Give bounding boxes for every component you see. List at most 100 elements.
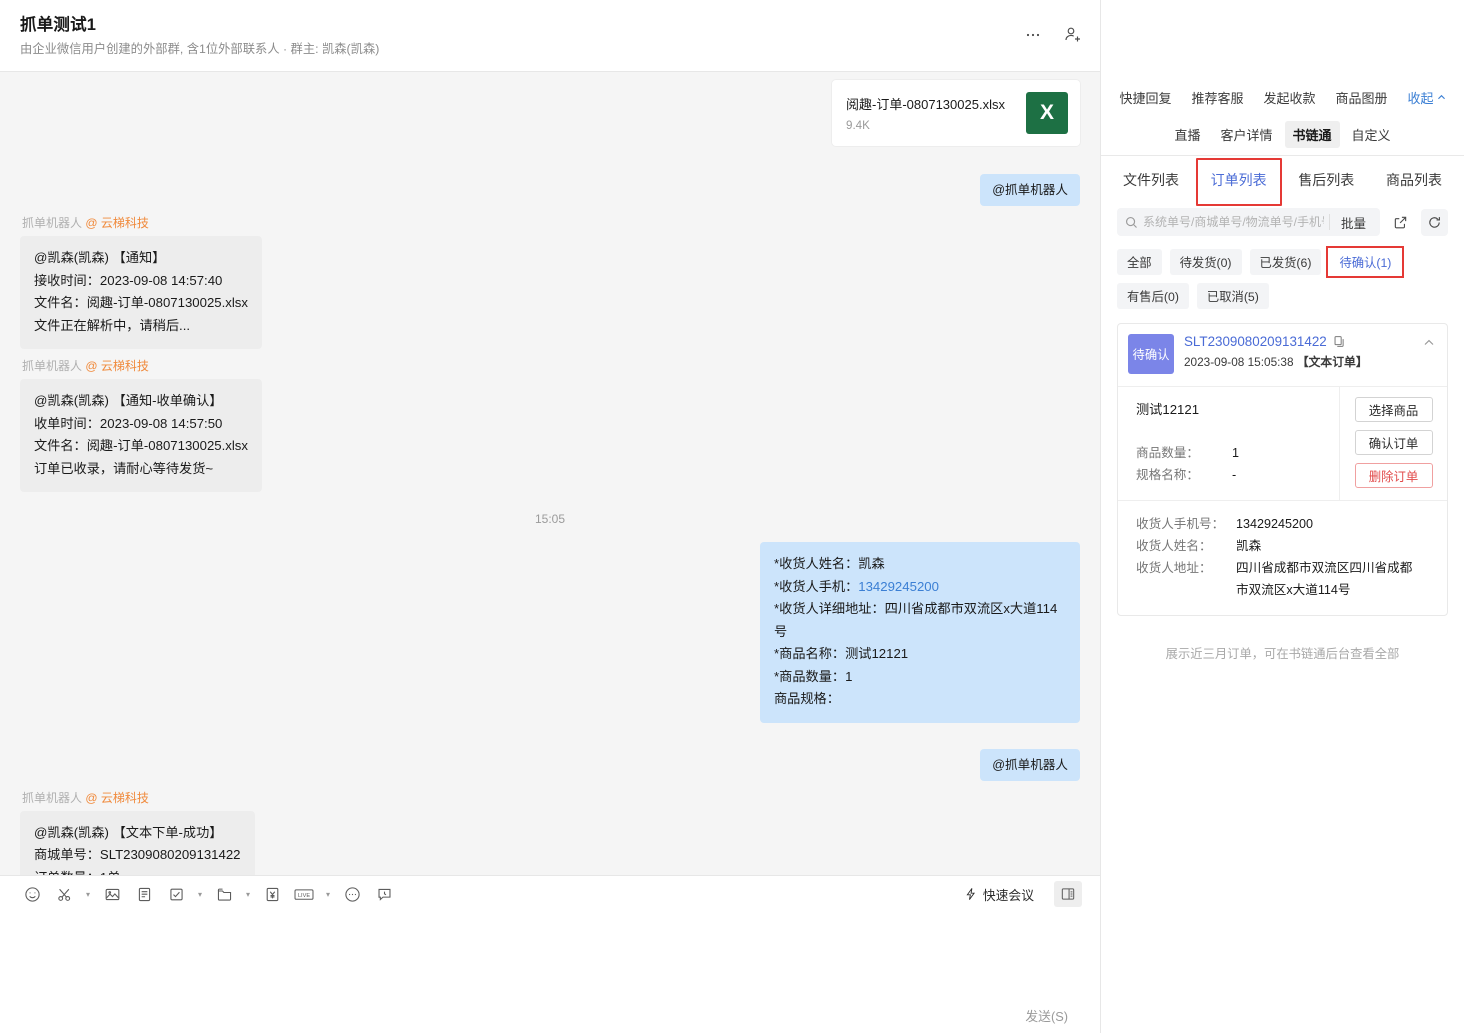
order-actions: 选择商品 确认订单 删除订单 xyxy=(1339,387,1447,500)
search-box[interactable]: 批量 xyxy=(1117,208,1380,236)
composer-toolbar: ▾ ▾ ▾ LIVE ▾ 快速会议 xyxy=(0,876,1100,912)
notice2-line-3: 文件名：阅趣-订单-0807130025.xlsx xyxy=(34,438,248,453)
message-bubble-notice-1[interactable]: @凯森(凯森) 【通知】 接收时间：2023-09-08 14:57:40 文件… xyxy=(20,236,262,349)
copy-icon[interactable] xyxy=(1333,335,1346,348)
chip-aftersale[interactable]: 有售后(0) xyxy=(1117,283,1189,309)
chip-pending-shipment[interactable]: 待发货(0) xyxy=(1169,249,1242,275)
order-qty-row: 商品数量： 1 xyxy=(1136,442,1325,464)
emoji-icon[interactable] xyxy=(18,881,46,907)
side-tab-recommend-service[interactable]: 推荐客服 xyxy=(1183,84,1251,111)
scissors-dropdown-caret[interactable]: ▾ xyxy=(82,881,94,907)
history-icon[interactable] xyxy=(370,881,398,907)
search-divider xyxy=(1328,214,1330,230)
phone-link[interactable]: 13429245200 xyxy=(858,579,939,594)
chip-cancelled[interactable]: 已取消(5) xyxy=(1196,283,1269,309)
side-tab-shulian[interactable]: 书链通 xyxy=(1284,120,1340,148)
recipient-name-row: 收货人姓名： 凯森 xyxy=(1136,535,1433,557)
list-tabs: 文件列表 订单列表 售后列表 商品列表 xyxy=(1101,156,1464,206)
order-number[interactable]: SLT2309080209131422 xyxy=(1184,334,1327,349)
add-member-icon[interactable] xyxy=(1060,22,1086,48)
order-form-product: *商品名称：测试12121 xyxy=(774,646,909,661)
side-tab-collect-payment[interactable]: 发起收款 xyxy=(1255,84,1323,111)
svg-text:LIVE: LIVE xyxy=(298,893,310,899)
image-icon[interactable] xyxy=(98,881,126,907)
file-name: 阅趣-订单-0807130025.xlsx xyxy=(846,97,1005,112)
checklist-icon[interactable] xyxy=(162,881,190,907)
recipient-name-value: 凯森 xyxy=(1236,539,1262,553)
red-packet-icon[interactable] xyxy=(258,881,286,907)
message-timestamp: 15:05 xyxy=(534,512,566,526)
search-icon xyxy=(1125,216,1137,228)
message-bubble-order-form[interactable]: *收货人姓名：凯森 *收货人手机：13429245200 *收货人详细地址：四川… xyxy=(760,542,1080,723)
order-form-spec: 商品规格： xyxy=(774,691,840,706)
search-input[interactable] xyxy=(1143,215,1324,229)
file-attachment-card[interactable]: 阅趣-订单-0807130025.xlsx 9.4K X xyxy=(832,80,1080,146)
message-row-bot-3: @凯森(凯森) 【文本下单-成功】 商城单号：SLT23090802091314… xyxy=(20,810,1080,875)
side-tab-quick-reply[interactable]: 快捷回复 xyxy=(1111,84,1179,111)
order-form-address: *收货人详细地址：四川省成都市双流区x大道114号 xyxy=(774,601,1058,639)
scissors-icon[interactable] xyxy=(50,881,78,907)
message-bubble-mention[interactable]: @抓单机器人 xyxy=(980,748,1080,781)
live-icon[interactable]: LIVE xyxy=(290,881,318,907)
right-side-panel: 快捷回复 推荐客服 发起收款 商品图册 收起 直播 客户详情 书链通 自定义 文… xyxy=(1101,0,1464,1033)
side-tab-live[interactable]: 直播 xyxy=(1166,121,1208,148)
tab-order-list[interactable]: 订单列表 xyxy=(1195,158,1282,206)
file-size: 9.4K xyxy=(846,119,870,132)
order-header-text: SLT2309080209131422 2023-09-08 15:05:38 … xyxy=(1184,334,1413,370)
tab-product-list[interactable]: 商品列表 xyxy=(1380,166,1448,194)
wecom-window: 抓单测试1 由企业微信用户创建的外部群, 含1位外部联系人 · 群主: 凯森(凯… xyxy=(0,0,1464,1033)
order-card-header: 待确认 SLT2309080209131422 2023-09-08 15:05… xyxy=(1118,324,1447,386)
batch-button[interactable]: 批量 xyxy=(1335,213,1372,232)
message-bubble-mention[interactable]: @抓单机器人 xyxy=(980,174,1080,206)
file-meta: 阅趣-订单-0807130025.xlsx 9.4K xyxy=(846,94,1005,132)
quick-meeting-button[interactable]: 快速会议 xyxy=(958,882,1040,907)
chip-all[interactable]: 全部 xyxy=(1117,249,1162,275)
message-list: 阅趣-订单-0807130025.xlsx 9.4K X @抓单机器人 抓单机器… xyxy=(0,72,1100,875)
confirm-order-button[interactable]: 确认订单 xyxy=(1354,430,1433,455)
chip-pending-confirm[interactable]: 待确认(1) xyxy=(1326,246,1405,278)
delete-order-button[interactable]: 删除订单 xyxy=(1354,463,1433,488)
composer-footer: 发送(S) xyxy=(0,997,1100,1033)
order-card: 待确认 SLT2309080209131422 2023-09-08 15:05… xyxy=(1117,323,1448,616)
side-tab-customer-detail[interactable]: 客户详情 xyxy=(1212,121,1280,148)
recipient-address-row: 收货人地址： 四川省成都市双流区四川省成都市双流区x大道114号 xyxy=(1136,557,1433,601)
message-bubble-notice-2[interactable]: @凯森(凯森) 【通知-收单确认】 收单时间：2023-09-08 14:57:… xyxy=(20,379,262,492)
order-spec-label: 规格名称： xyxy=(1136,468,1199,482)
message-row-mention-1: @抓单机器人 xyxy=(20,174,1080,206)
notice2-line-1: @凯森(凯森) 【通知-收单确认】 xyxy=(34,393,223,408)
message-input[interactable] xyxy=(0,912,1100,997)
folder-icon[interactable] xyxy=(210,881,238,907)
side-tab-custom[interactable]: 自定义 xyxy=(1344,121,1399,148)
more-icon[interactable] xyxy=(338,881,366,907)
document-icon[interactable] xyxy=(130,881,158,907)
side-collapse-button[interactable]: 收起 xyxy=(1400,84,1454,111)
order-spec-row: 规格名称： - xyxy=(1136,464,1325,486)
checklist-dropdown-caret[interactable]: ▾ xyxy=(194,881,206,907)
notice2-line-2: 收单时间：2023-09-08 14:57:50 xyxy=(34,415,223,431)
folder-dropdown-caret[interactable]: ▾ xyxy=(242,881,254,907)
open-external-icon[interactable] xyxy=(1387,209,1414,236)
refresh-icon[interactable] xyxy=(1421,208,1448,236)
select-product-button[interactable]: 选择商品 xyxy=(1354,397,1433,422)
send-button[interactable]: 发送(S) xyxy=(1013,1002,1080,1029)
message-sender-2: 抓单机器人 @ 云梯科技 xyxy=(22,359,149,373)
chat-message-area: 阅趣-订单-0807130025.xlsx 9.4K X @抓单机器人 抓单机器… xyxy=(0,72,1100,875)
live-dropdown-caret[interactable]: ▾ xyxy=(322,881,334,907)
sender-org-tag: @ 云梯科技 xyxy=(85,790,149,805)
order-list-footer-note: 展示近三月订单，可在书链通后台查看全部 xyxy=(1165,647,1400,661)
success-line-2: 商城单号：SLT2309080209131422 xyxy=(34,847,241,862)
tab-aftersale-list[interactable]: 售后列表 xyxy=(1292,166,1360,194)
order-type-tag: 【文本订单】 xyxy=(1296,355,1368,369)
message-group-bot-2: 抓单机器人 @ 云梯科技 @凯森(凯森) 【通知-收单确认】 收单时间：2023… xyxy=(20,357,1080,492)
notice-line-1: @凯森(凯森) 【通知】 xyxy=(34,250,166,265)
message-bubble-order-success[interactable]: @凯森(凯森) 【文本下单-成功】 商城单号：SLT23090802091314… xyxy=(20,810,255,875)
more-options-icon[interactable] xyxy=(1020,22,1046,48)
order-qty-label: 商品数量： xyxy=(1136,446,1199,460)
order-collapse-icon[interactable] xyxy=(1423,334,1437,354)
recipient-phone-value: 13429245200 xyxy=(1236,517,1314,531)
sidebar-toggle-icon[interactable] xyxy=(1054,881,1082,907)
chip-shipped[interactable]: 已发货(6) xyxy=(1249,249,1322,275)
side-tab-product-catalog[interactable]: 商品图册 xyxy=(1328,84,1396,111)
chevron-up-icon xyxy=(1437,94,1445,99)
tab-file-list[interactable]: 文件列表 xyxy=(1117,166,1185,194)
